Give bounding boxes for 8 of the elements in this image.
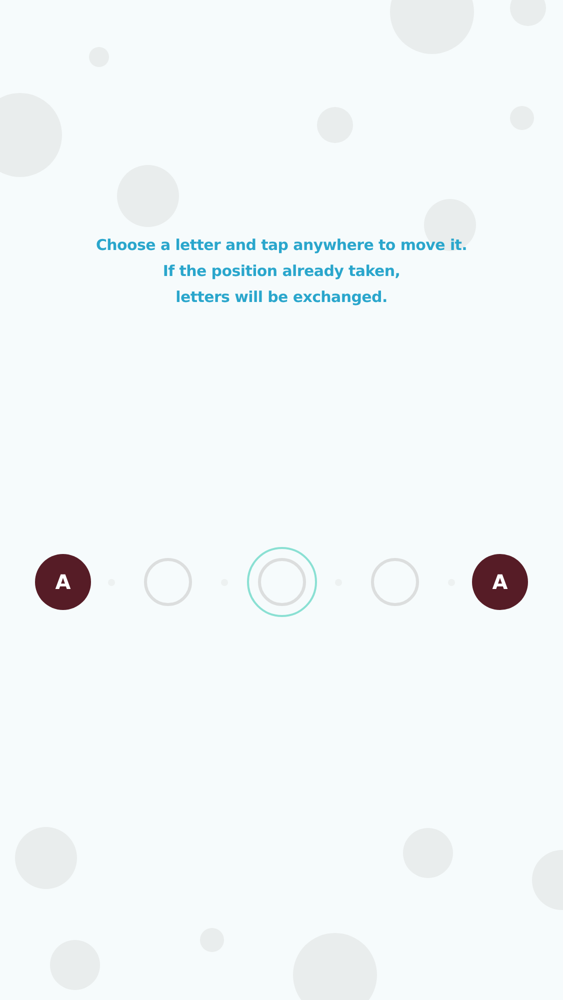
letter-tile[interactable]: A	[472, 554, 528, 610]
instruction-text: letters will be exchanged.	[176, 287, 388, 308]
empty-slot[interactable]	[246, 547, 316, 617]
instruction-text: If the position already taken,	[162, 261, 400, 282]
instruction-text: Choose a letter and tap anywhere to move it.	[96, 235, 468, 256]
letter-tile[interactable]: A	[35, 554, 91, 610]
empty-slot[interactable]	[144, 558, 192, 606]
empty-slot[interactable]	[370, 558, 419, 606]
